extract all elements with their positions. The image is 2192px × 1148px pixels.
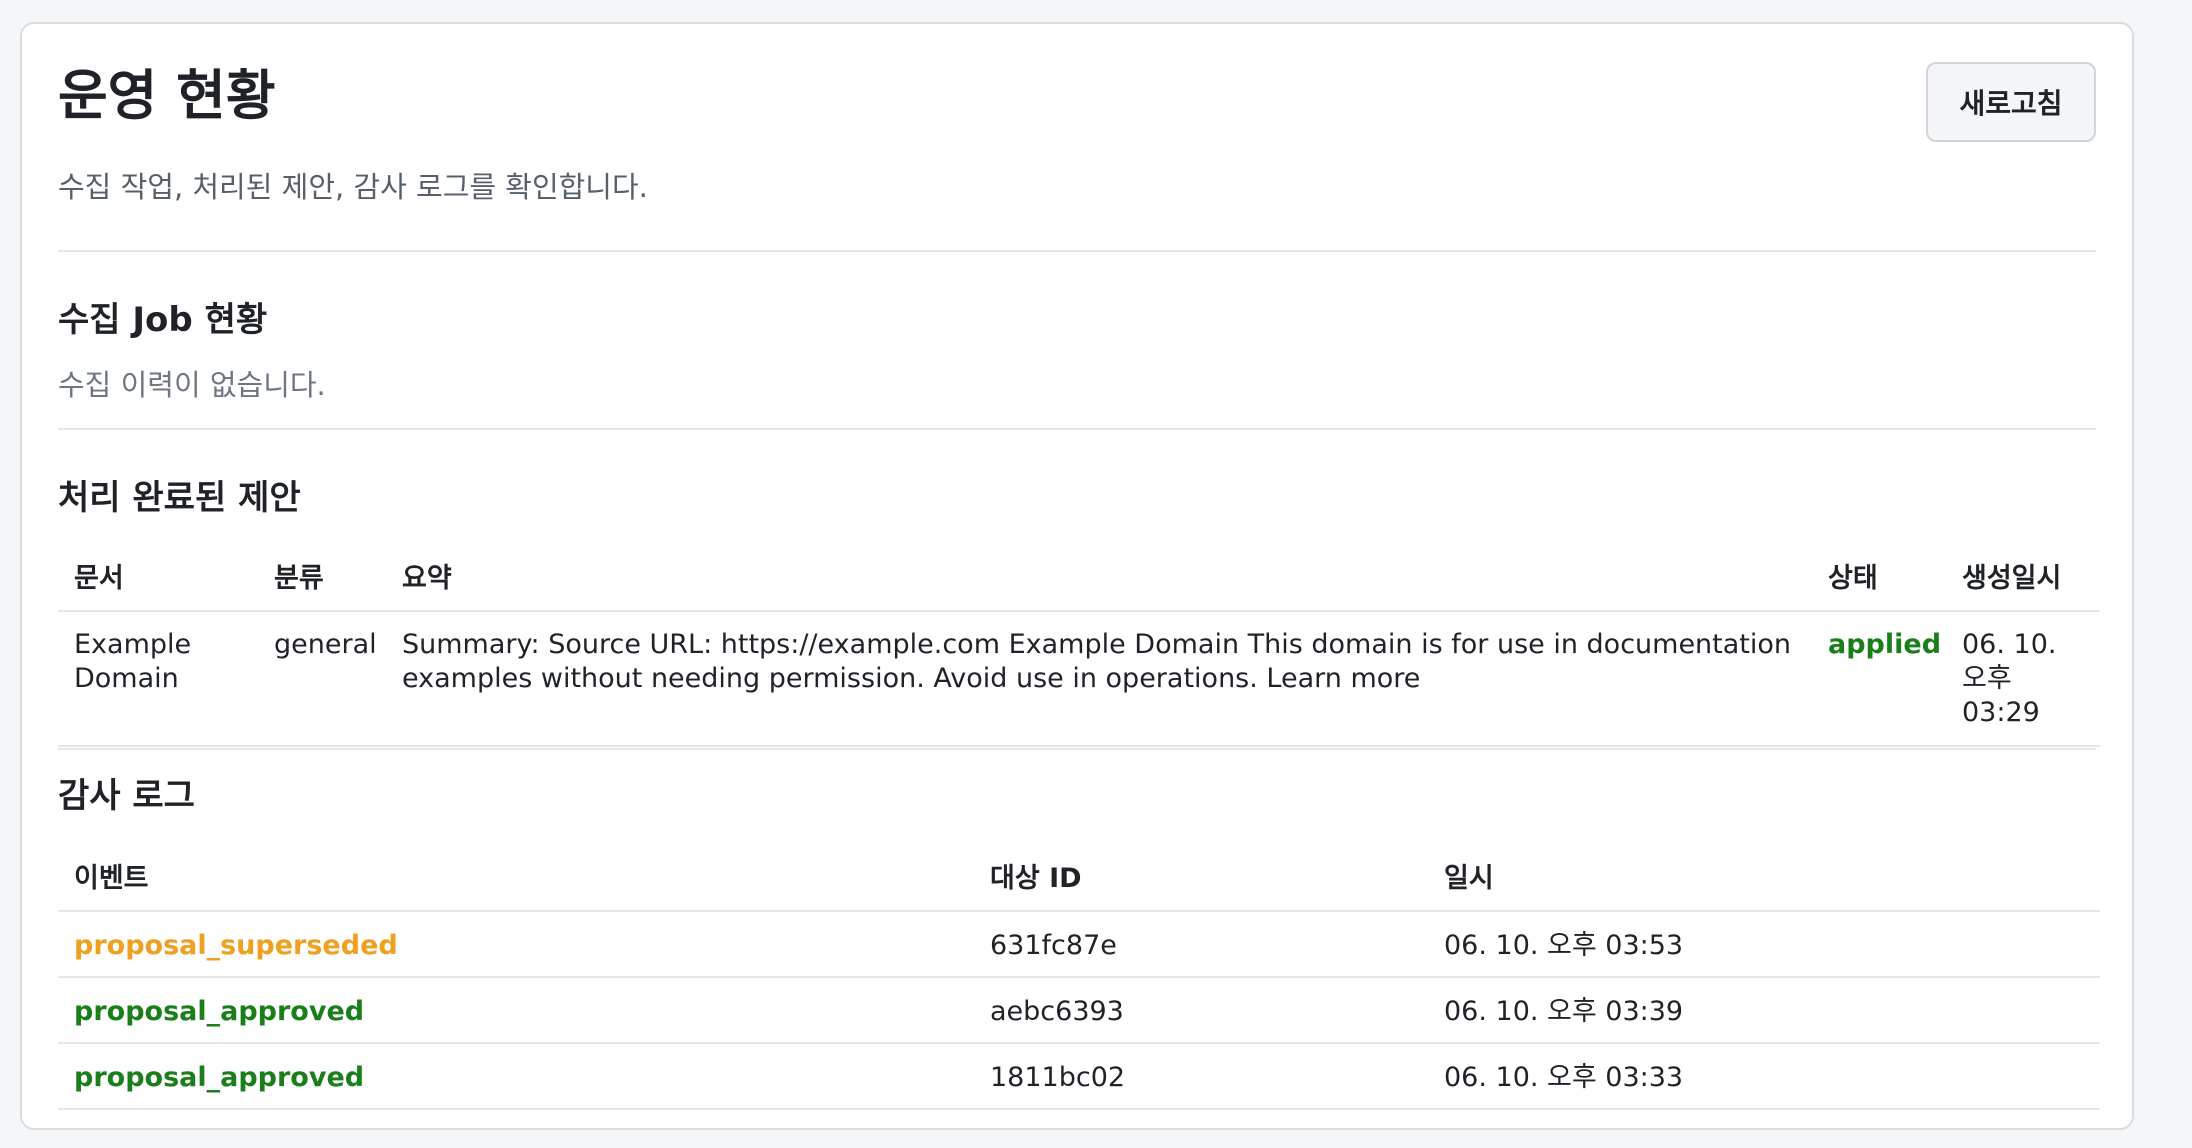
page-subtitle: 수집 작업, 처리된 제안, 감사 로그를 확인합니다. [58, 170, 648, 204]
audit-time: 06. 10. 오후 03:39 [1428, 977, 2100, 1044]
audit-time: 06. 10. 오후 03:33 [1428, 1043, 2100, 1110]
audit-target-id: 631fc87e [974, 911, 1428, 978]
audit-event: proposal_approved [58, 1043, 974, 1110]
table-row: proposal_approved aebc6393 06. 10. 오후 03… [58, 977, 2100, 1044]
table-row: proposal_approved 1811bc02 06. 10. 오후 03… [58, 1043, 2100, 1110]
column-header-created: 생성일시 [1946, 540, 2100, 612]
operations-card: 운영 현황 수집 작업, 처리된 제안, 감사 로그를 확인합니다. 새로고침 … [20, 22, 2134, 1130]
column-header-category: 분류 [258, 540, 386, 612]
column-header-document: 문서 [58, 540, 258, 612]
proposals-table: 문서 분류 요약 상태 생성일시 Example Domain general … [58, 540, 2100, 748]
divider [58, 428, 2096, 430]
column-header-target-id: 대상 ID [974, 840, 1428, 912]
proposals-header-row: 문서 분류 요약 상태 생성일시 [58, 540, 2100, 612]
refresh-button[interactable]: 새로고침 [1926, 62, 2096, 142]
card-content: 운영 현황 수집 작업, 처리된 제안, 감사 로그를 확인합니다. 새로고침 … [58, 24, 2100, 1128]
audit-target-id: aebc6393 [974, 977, 1428, 1044]
column-header-time: 일시 [1428, 840, 2100, 912]
proposal-category: general [258, 611, 386, 748]
column-header-summary: 요약 [386, 540, 1812, 612]
column-header-status: 상태 [1812, 540, 1946, 612]
table-row: Example Domain general Summary: Source U… [58, 611, 2100, 748]
audit-target-id: 1811bc02 [974, 1043, 1428, 1110]
audit-table: 이벤트 대상 ID 일시 proposal_superseded 631fc87… [58, 840, 2100, 1110]
audit-section-title: 감사 로그 [58, 776, 195, 816]
jobs-empty-text: 수집 이력이 없습니다. [58, 368, 326, 402]
proposals-section-title: 처리 완료된 제안 [58, 478, 301, 518]
status-badge: applied [1812, 611, 1946, 748]
proposal-document: Example Domain [58, 611, 258, 748]
audit-header-row: 이벤트 대상 ID 일시 [58, 840, 2100, 912]
divider [58, 250, 2096, 252]
proposal-created: 06. 10. 오후 03:29 [1946, 611, 2100, 748]
jobs-section-title: 수집 Job 현황 [58, 300, 268, 340]
table-row: proposal_superseded 631fc87e 06. 10. 오후 … [58, 911, 2100, 978]
audit-event: proposal_superseded [58, 911, 974, 978]
audit-event: proposal_approved [58, 977, 974, 1044]
divider [58, 748, 2096, 750]
proposal-summary: Summary: Source URL: https://example.com… [386, 611, 1812, 748]
audit-time: 06. 10. 오후 03:53 [1428, 911, 2100, 978]
page-title: 운영 현황 [58, 64, 276, 127]
column-header-event: 이벤트 [58, 840, 974, 912]
